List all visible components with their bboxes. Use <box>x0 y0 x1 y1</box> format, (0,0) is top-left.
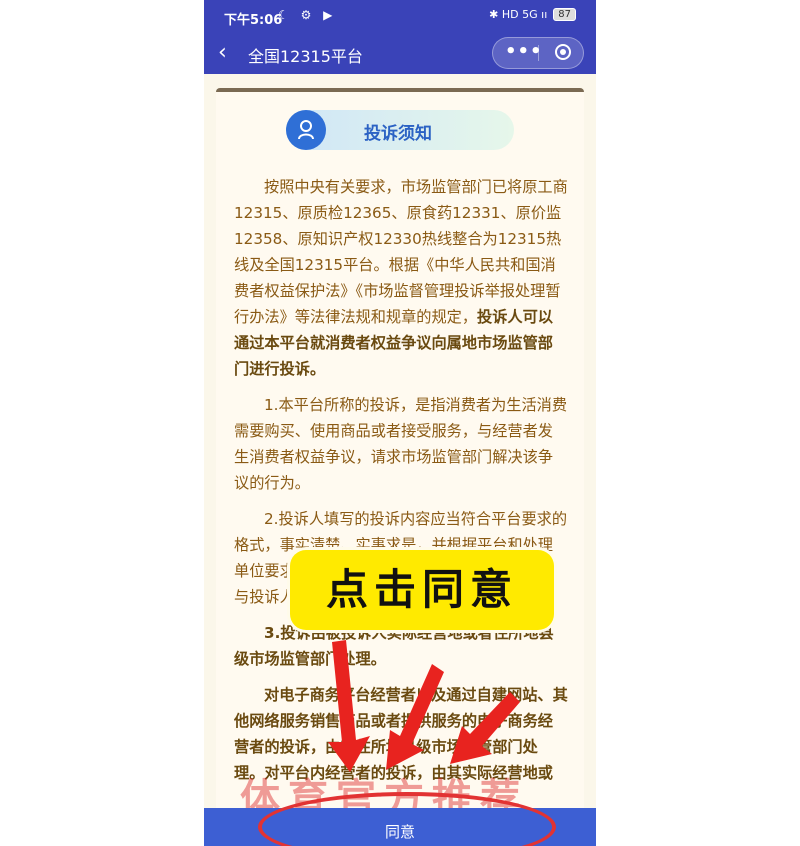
status-icons-right: ✱ HD 5G ıı 87 <box>489 8 576 21</box>
page-title: 全国12315平台 <box>248 47 363 66</box>
paragraph-2: 1.本平台所称的投诉，是指消费者为生活消费需要购买、使用商品或者接受服务，与经营… <box>234 396 568 492</box>
notice-header: 投诉须知 <box>286 110 514 150</box>
paragraph-1-text: 按照中央有关要求，市场监管部门已将原工商12315、原质检12365、原食药12… <box>234 178 568 326</box>
status-bar: 下午5:06 ☾ ⚙ ▶ ✱ HD 5G ıı 87 <box>204 0 596 34</box>
battery-icon: 87 <box>553 8 576 21</box>
person-icon <box>298 120 314 140</box>
close-circle-icon[interactable] <box>555 44 571 60</box>
signal-icons: ✱ HD 5G ıı <box>489 8 548 21</box>
phone-screen: 下午5:06 ☾ ⚙ ▶ ✱ HD 5G ıı 87 ‹ 全国12315平台 •… <box>204 0 596 846</box>
status-icons-left: ☾ ⚙ ▶ <box>278 8 337 22</box>
back-arrow-icon[interactable]: ‹ <box>218 40 227 65</box>
more-icon[interactable]: ••• <box>505 41 543 62</box>
notice-title: 投诉须知 <box>364 124 432 144</box>
mini-program-capsule: ••• <box>492 37 584 69</box>
paragraph-1: 按照中央有关要求，市场监管部门已将原工商12315、原质检12365、原食药12… <box>234 174 568 382</box>
user-avatar-icon <box>286 110 326 150</box>
status-time: 下午5:06 <box>224 13 283 28</box>
arrow-middle-icon <box>386 664 444 770</box>
nav-bar: ‹ 全国12315平台 ••• <box>204 34 596 74</box>
arrow-right-icon <box>450 692 520 764</box>
tap-agree-callout: 点击同意 <box>290 550 554 630</box>
capsule-divider <box>538 45 539 61</box>
arrow-left-icon <box>328 640 370 772</box>
